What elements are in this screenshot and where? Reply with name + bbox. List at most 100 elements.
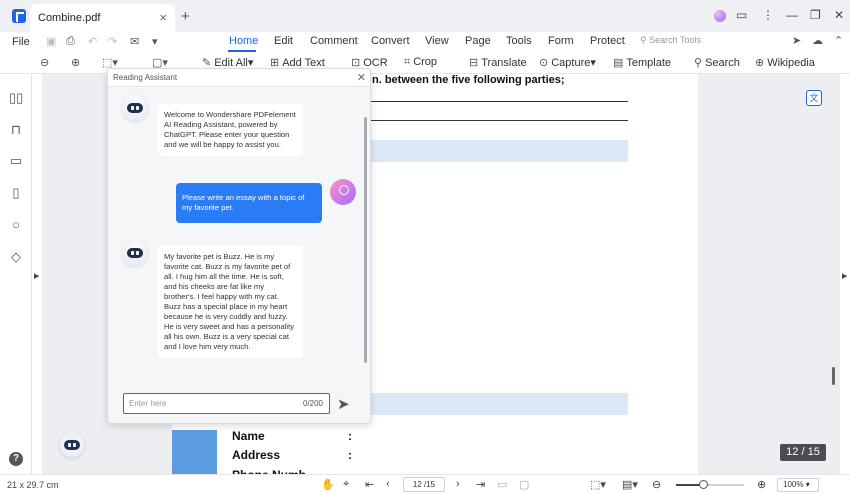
thumbnails-icon[interactable]: ▯▯ [9,91,23,105]
capture-label: Capture [551,57,591,69]
menu-page[interactable]: Page [465,35,491,47]
ai-translate-float-icon[interactable]: 文 [806,90,822,106]
document-tab[interactable]: Combine.pdf × [30,4,175,32]
bot-avatar [122,95,148,121]
collapse-right-arrow-icon[interactable]: ▶ [842,272,847,280]
tab-title: Combine.pdf [38,12,101,24]
print-icon[interactable]: ⎙ [66,35,75,48]
share-icon[interactable]: ➤ [792,34,801,47]
assistant-header: Reading Assistant ✕ [108,69,370,87]
assistant-close-icon[interactable]: ✕ [357,71,366,84]
close-window-button[interactable]: ✕ [834,8,844,22]
page-counter: 12 / 15 [780,444,826,461]
more-options-icon[interactable]: ⋮ [762,8,774,22]
bot-welcome-message: Welcome to Wondershare PDFelement AI Rea… [158,104,303,156]
menu-home[interactable]: Home [229,35,258,47]
next-page-icon[interactable]: › [456,478,460,490]
capture-icon: ⊙ [539,57,549,69]
wikipedia-button[interactable]: ⊕ Wikipedia [755,56,815,69]
zoom-select[interactable]: 100% ▾ [777,478,819,492]
user-avatar[interactable] [714,10,726,22]
zoom-in-small-icon[interactable]: ⊕ [757,478,766,491]
fit-select-icon[interactable]: ⬚▾ [590,478,606,491]
page-number-input[interactable]: 12 /15 [403,477,445,492]
help-icon[interactable]: ? [9,452,23,466]
title-bar: Combine.pdf × + ▭ ⋮ — ❐ ✕ [0,0,850,32]
robot-icon [127,103,143,113]
template-label: Template [626,57,672,69]
assistant-scrollbar[interactable] [364,117,367,363]
attachment-icon[interactable]: ▯ [9,186,23,200]
menu-protect[interactable]: Protect [590,35,625,47]
minimize-button[interactable]: — [786,8,798,22]
search-button[interactable]: ⚲ Search [694,56,740,69]
tab-close-icon[interactable]: × [159,10,167,25]
customize-dropdown-icon[interactable]: ▾ [152,35,158,48]
user-chat-avatar [330,179,356,205]
menu-comment[interactable]: Comment [310,35,358,47]
mail-icon[interactable]: ✉ [130,35,139,48]
first-page-icon[interactable]: ⇤ [365,478,374,491]
crop-button[interactable]: ⌗ Crop [404,56,437,69]
divider-line [370,120,628,121]
page-heading: n. between the five following parties; [372,74,565,86]
highlight-band [370,140,628,162]
input-char-count: 0/200 [302,399,323,408]
maximize-button[interactable]: ❐ [810,8,821,22]
zoom-out-icon[interactable]: ⊖ [40,56,52,69]
bot-reply-message: My favorite pet is Buzz. He is my favori… [158,246,303,358]
field-name-label: Name [232,429,265,443]
template-icon: ▤ [613,57,624,69]
menu-bar: File ▣ ⎙ ↶ ↷ ✉ ▾ Home Edit Comment Conve… [0,32,850,52]
expand-ribbon-icon[interactable]: ⌃ [834,34,843,47]
fit-page-icon[interactable]: ▢ [519,478,529,491]
zoom-out-small-icon[interactable]: ⊖ [652,478,661,491]
collapse-left-arrow-icon[interactable]: ▶ [34,272,39,280]
assistant-input[interactable]: Enter here 0/200 [123,393,330,414]
previous-page-icon[interactable]: ‹ [386,478,390,490]
undo-icon[interactable]: ↶ [88,35,97,48]
ai-assistant-float-button[interactable] [60,433,84,457]
layers-icon[interactable]: ◇ [9,250,23,264]
menu-tools[interactable]: Tools [506,35,532,47]
wikipedia-label: Wikipedia [767,57,815,69]
field-colon: : [348,448,352,462]
status-bar: 21 x 29.7 cm ✋ ⌖ ⇤ ‹ 12 /15 › ⇥ ▭ ▢ ⬚▾ ▤… [0,474,850,494]
crop-label: Crop [413,56,438,68]
translate-button[interactable]: ⊟ Translate [469,56,527,69]
select-cursor-icon[interactable]: ⌖ [343,478,349,491]
cloud-upload-icon[interactable]: ☁ [812,34,823,47]
zoom-slider-knob[interactable] [699,480,709,489]
template-button[interactable]: ▤ Template [613,56,671,69]
new-tab-button[interactable]: + [181,8,190,25]
highlight-band [370,393,628,415]
search-tools-field[interactable]: ⚲ Search Tools [640,35,701,46]
globe-icon: ⊕ [755,57,765,69]
save-icon[interactable]: ▣ [46,35,56,48]
fit-width-icon[interactable]: ▭ [497,478,507,491]
page-layout-icon[interactable]: ▤▾ [622,478,638,491]
menu-edit[interactable]: Edit [274,35,293,47]
redo-icon[interactable]: ↷ [108,35,117,48]
input-placeholder: Enter here [129,399,167,408]
zoom-in-icon[interactable]: ⊕ [71,56,83,69]
bookmark-icon[interactable]: ⊓ [9,123,23,137]
menu-form[interactable]: Form [548,35,574,47]
page-scrollbar-thumb[interactable] [832,367,835,385]
menu-file[interactable]: File [12,36,30,48]
search-tools-label: Search Tools [649,35,701,45]
capture-button[interactable]: ⊙ Capture▾ [539,56,596,69]
hand-tool-icon[interactable]: ✋ [321,478,335,491]
menu-convert[interactable]: Convert [371,35,410,47]
comment-icon[interactable]: ▭ [9,154,23,168]
message-icon[interactable]: ▭ [736,8,747,22]
send-icon[interactable]: ➤ [337,395,350,413]
assistant-title: Reading Assistant [113,73,178,82]
zoom-slider[interactable] [676,480,744,489]
last-page-icon[interactable]: ⇥ [476,478,485,491]
menu-view[interactable]: View [425,35,449,47]
field-address-label: Address [232,448,281,462]
search-panel-icon[interactable]: ○ [9,218,23,232]
robot-icon [127,248,143,258]
zoom-value: 100% [783,480,804,489]
